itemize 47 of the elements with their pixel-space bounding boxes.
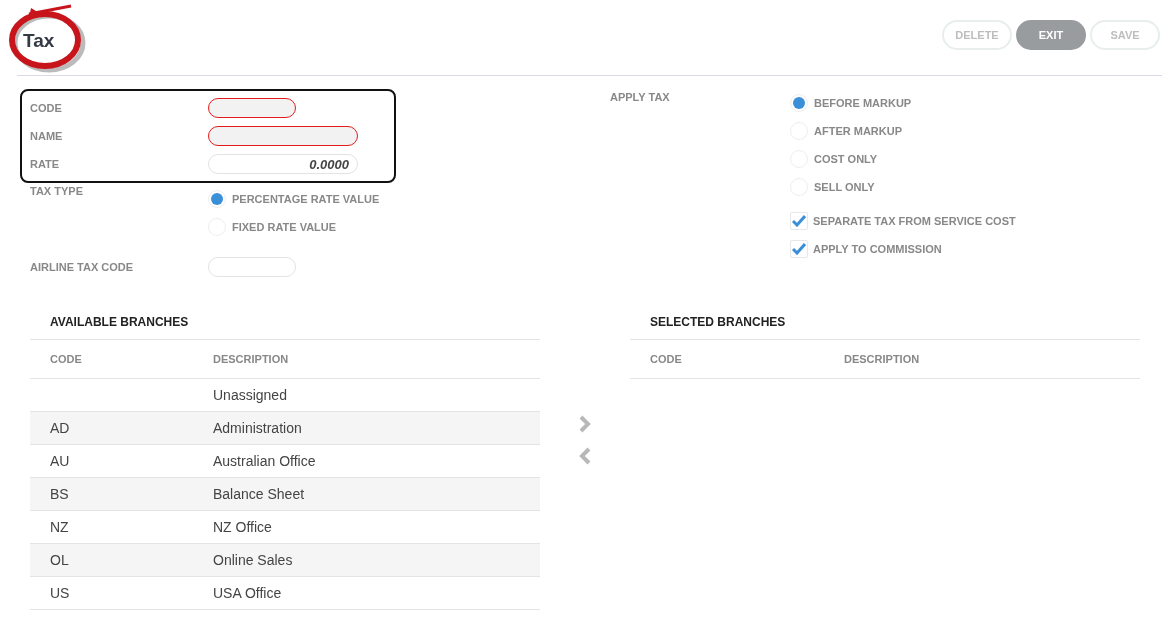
table-cell-text: BS bbox=[50, 486, 70, 502]
table-cell-text: NZ bbox=[50, 519, 70, 535]
option-label: COST ONLY bbox=[814, 153, 878, 165]
table-row[interactable]: BS Balance Sheet bbox=[30, 478, 540, 511]
table-title: AVAILABLE BRANCHES bbox=[30, 315, 540, 340]
table-cell-text: USA Office bbox=[213, 585, 283, 601]
table-cell-text: NZ Office bbox=[213, 519, 273, 535]
table-cell-text: AD bbox=[50, 420, 71, 436]
field-label: TAX TYPE bbox=[30, 185, 84, 197]
table-cell-text: OL bbox=[50, 552, 70, 568]
table-row[interactable]: US USA Office bbox=[30, 577, 540, 610]
option-label: FIXED RATE VALUE bbox=[232, 221, 337, 233]
checkbox[interactable] bbox=[790, 240, 808, 258]
table-cell-text: Australian Office bbox=[213, 453, 317, 469]
input-field[interactable] bbox=[208, 98, 296, 118]
option-label: PERCENTAGE RATE VALUE bbox=[232, 193, 380, 205]
field-label: APPLY TAX bbox=[610, 91, 671, 105]
column-header: CODE bbox=[50, 353, 83, 365]
field-label: RATE bbox=[30, 158, 61, 170]
table-row[interactable]: AD Administration bbox=[30, 412, 540, 445]
checkbox-label: SEPARATE TAX FROM SERVICE COST bbox=[813, 215, 1016, 227]
chevron-left-icon[interactable] bbox=[578, 447, 592, 465]
input-field[interactable]: 0.0000 bbox=[208, 154, 358, 174]
column-header: DESCRIPTION bbox=[213, 353, 290, 365]
radio-button[interactable] bbox=[790, 94, 808, 112]
input-field[interactable] bbox=[208, 126, 358, 146]
page-title: Tax bbox=[23, 29, 55, 52]
table-cell-text: Unassigned bbox=[213, 387, 288, 403]
field-label: CODE bbox=[30, 102, 63, 114]
chevron-right-icon[interactable] bbox=[578, 415, 592, 433]
field-label: NAME bbox=[30, 130, 64, 142]
option-label: SELL ONLY bbox=[814, 181, 875, 193]
option-label: BEFORE MARKUP bbox=[814, 97, 912, 109]
table-cell-text: Balance Sheet bbox=[213, 486, 306, 502]
table-cell-text: AU bbox=[50, 453, 71, 469]
column-header: CODE bbox=[650, 353, 683, 365]
radio-button[interactable] bbox=[208, 190, 226, 208]
table-cell-text: Online Sales bbox=[213, 552, 294, 568]
checkbox-label: APPLY TO COMMISSION bbox=[813, 243, 942, 255]
table-title: SELECTED BRANCHES bbox=[630, 315, 1140, 340]
field-label: AIRLINE TAX CODE bbox=[30, 261, 135, 273]
table-row[interactable]: OL Online Sales bbox=[30, 544, 540, 577]
checkbox[interactable] bbox=[790, 212, 808, 230]
option-label: AFTER MARKUP bbox=[814, 125, 902, 137]
column-header: DESCRIPTION bbox=[844, 353, 921, 365]
table-cell-text: US bbox=[50, 585, 71, 601]
table-cell-text: Administration bbox=[213, 420, 303, 436]
